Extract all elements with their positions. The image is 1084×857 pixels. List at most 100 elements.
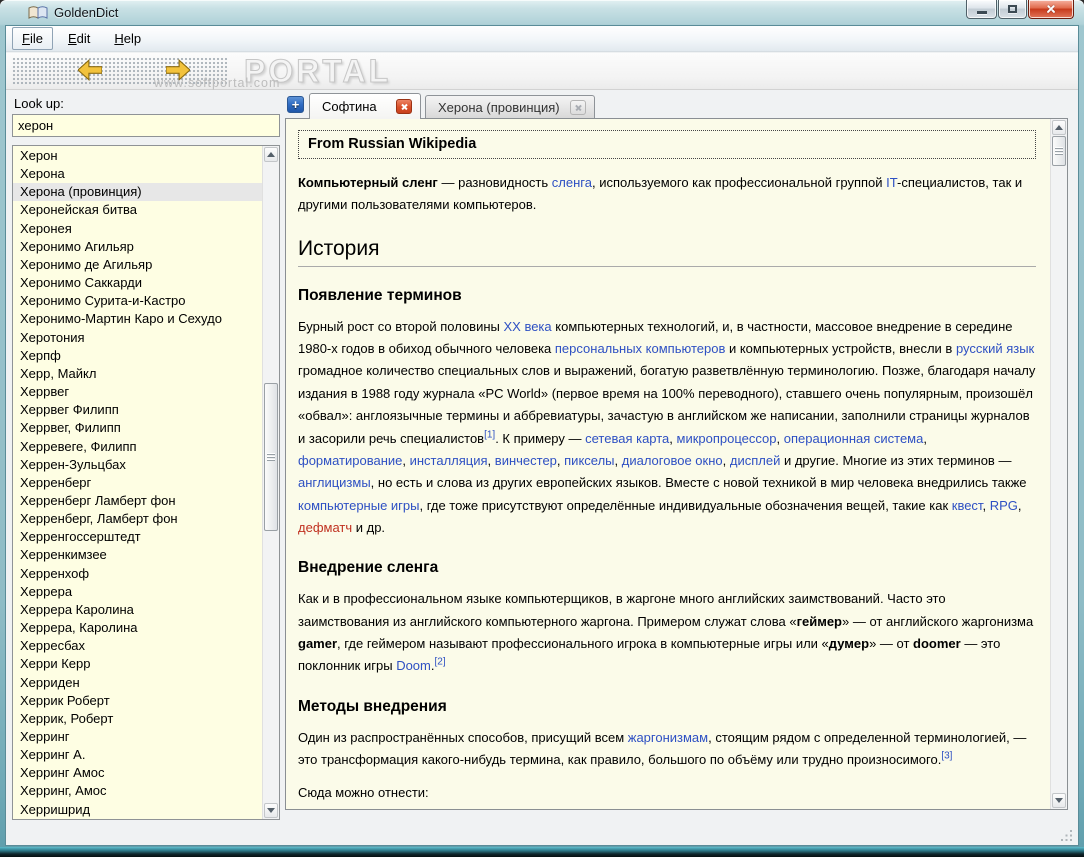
word-list-item[interactable]: Херренгоссерштедт xyxy=(13,528,262,546)
word-list-item[interactable]: Херонимо Саккарди xyxy=(13,274,262,292)
scroll-up-icon[interactable] xyxy=(1052,120,1066,135)
word-list-item[interactable]: Херотония xyxy=(13,329,262,347)
word-list-item[interactable]: Херрвег, Филипп xyxy=(13,419,262,437)
tab-close-icon[interactable] xyxy=(396,99,412,114)
word-list-item[interactable]: Херринг, Амос xyxy=(13,782,262,800)
article-link[interactable]: диалоговое окно xyxy=(622,453,723,468)
article-link[interactable]: XX века xyxy=(503,319,551,334)
app-book-icon xyxy=(28,6,48,19)
article-link[interactable]: микропроцессор xyxy=(677,431,777,446)
goldendict-window: GoldenDict File Edit Help PORTAL www.sof… xyxy=(0,0,1084,857)
resize-grip-icon[interactable] xyxy=(1061,828,1074,841)
article-link[interactable]: жаргонизмам xyxy=(628,730,708,745)
word-list-item[interactable]: Херрвег Филипп xyxy=(13,401,262,419)
tab-close-icon[interactable] xyxy=(570,100,586,115)
word-list-item[interactable]: Херрен-Зульцбах xyxy=(13,456,262,474)
tab-bar: + Софтина Херона (провинция) xyxy=(285,92,1070,119)
close-button[interactable] xyxy=(1028,0,1074,19)
article-link[interactable]: RPG xyxy=(990,498,1018,513)
word-list-item[interactable]: Херпф xyxy=(13,347,262,365)
word-list-item[interactable]: Херринг Амос xyxy=(13,764,262,782)
word-list[interactable]: Херон Херона Херона (провинция) Херонейская… xyxy=(12,145,280,820)
word-list-item[interactable]: Херонея xyxy=(13,220,262,238)
menu-file[interactable]: File xyxy=(12,27,53,50)
article-section-heading: История xyxy=(298,237,1036,267)
scroll-down-icon[interactable] xyxy=(264,803,278,818)
word-list-item[interactable]: Херриден xyxy=(13,674,262,692)
article-subsection-heading: Методы внедрения xyxy=(298,697,447,715)
watermark-url: www.softportal.com xyxy=(154,76,281,90)
article-link[interactable]: операционная система xyxy=(784,431,924,446)
word-list-item[interactable]: Херрера Каролина xyxy=(13,601,262,619)
article-link[interactable]: русский язык xyxy=(956,341,1034,356)
word-list-item[interactable]: Херр, Майкл xyxy=(13,365,262,383)
window-bottom-frame xyxy=(0,847,1084,857)
article-paragraph: Как и в профессиональном языке компьютер… xyxy=(298,591,1034,674)
article-link[interactable]: инсталляция xyxy=(410,453,488,468)
article-link[interactable]: IT xyxy=(886,175,897,190)
word-list-item[interactable]: Херрвег xyxy=(13,383,262,401)
article-link[interactable]: компьютерные игры xyxy=(298,498,420,513)
word-list-item[interactable]: Херренберг, Ламберт фон xyxy=(13,510,262,528)
word-list-item[interactable]: Херонимо Агильяр xyxy=(13,238,262,256)
back-arrow-icon[interactable] xyxy=(78,59,102,81)
lookup-label: Look up: xyxy=(14,96,64,111)
word-list-item[interactable]: Херрик Роберт xyxy=(13,692,262,710)
word-list-item[interactable]: Херринг А. xyxy=(13,746,262,764)
word-list-item[interactable]: Херришрид xyxy=(13,801,262,819)
article-link[interactable]: квест xyxy=(952,498,983,513)
article-subsection-heading: Внедрение сленга xyxy=(298,559,439,577)
add-tab-button[interactable]: + xyxy=(287,96,304,113)
article-link[interactable]: форматирование xyxy=(298,453,402,468)
word-list-item[interactable]: Херонейская битва xyxy=(13,201,262,219)
article-link[interactable]: англицизмы xyxy=(298,475,371,490)
article-ref-link[interactable]: [1] xyxy=(484,429,495,440)
close-icon xyxy=(1045,3,1057,15)
word-list-item[interactable]: Херренберг xyxy=(13,474,262,492)
word-list-item[interactable]: Херрик, Роберт xyxy=(13,710,262,728)
titlebar[interactable]: GoldenDict xyxy=(0,0,1084,26)
tab-softina[interactable]: Софтина xyxy=(309,93,421,119)
article-link[interactable]: пикселы xyxy=(564,453,614,468)
article-scrollbar[interactable] xyxy=(1050,119,1067,809)
word-list-item[interactable]: Херона (провинция) xyxy=(13,183,262,202)
word-list-item[interactable]: Херресбах xyxy=(13,637,262,655)
article-ref-link[interactable]: [2] xyxy=(435,657,446,668)
scroll-up-icon[interactable] xyxy=(264,147,278,162)
tab-herona-provintsiya[interactable]: Херона (провинция) xyxy=(425,95,595,119)
article-link[interactable]: сетевая карта xyxy=(585,431,669,446)
lookup-input[interactable] xyxy=(12,114,280,137)
minimize-button[interactable] xyxy=(966,0,997,19)
article-link[interactable]: дисплей xyxy=(730,453,780,468)
word-list-item[interactable]: Херревеге, Филипп xyxy=(13,438,262,456)
article-redlink[interactable]: дефматч xyxy=(298,520,352,535)
word-list-item[interactable]: Херонимо Сурита-и-Кастро xyxy=(13,292,262,310)
word-list-item[interactable]: Херонимо де Агильяр xyxy=(13,256,262,274)
article-link[interactable]: Doom xyxy=(396,658,431,673)
maximize-button[interactable] xyxy=(998,0,1027,19)
word-list-item[interactable]: Херрера, Каролина xyxy=(13,619,262,637)
menu-edit[interactable]: Edit xyxy=(59,28,99,49)
article-scroll-thumb[interactable] xyxy=(1052,136,1066,166)
word-list-item[interactable]: Херренкимзее xyxy=(13,546,262,564)
word-list-item[interactable]: Херонимо-Мартин Каро и Сехудо xyxy=(13,310,262,328)
minimize-icon xyxy=(976,11,987,14)
word-list-scrollbar[interactable] xyxy=(262,146,279,819)
scroll-down-icon[interactable] xyxy=(1052,793,1066,808)
article-link[interactable]: персональных компьютеров xyxy=(555,341,725,356)
maximize-icon xyxy=(1008,5,1017,13)
word-list-item[interactable]: Херренберг Ламберт фон xyxy=(13,492,262,510)
word-list-scroll-thumb[interactable] xyxy=(264,383,278,531)
article-link[interactable]: сленга xyxy=(552,175,592,190)
article-link[interactable]: винчестер xyxy=(495,453,557,468)
article-ref-link[interactable]: [3] xyxy=(941,751,952,762)
word-list-item[interactable]: Херона xyxy=(13,165,262,183)
article-paragraph: Бурный рост со второй половины XX века к… xyxy=(298,318,1036,535)
menu-help[interactable]: Help xyxy=(105,28,150,49)
word-list-item[interactable]: Херри Керр xyxy=(13,655,262,673)
word-list-item[interactable]: Херринг xyxy=(13,728,262,746)
word-list-item[interactable]: Херренхоф xyxy=(13,565,262,583)
word-list-item[interactable]: Херрера xyxy=(13,583,262,601)
word-list-item[interactable]: Херон xyxy=(13,147,262,165)
article-panel: From Russian Wikipedia Компьютерный сленг… xyxy=(285,118,1068,810)
